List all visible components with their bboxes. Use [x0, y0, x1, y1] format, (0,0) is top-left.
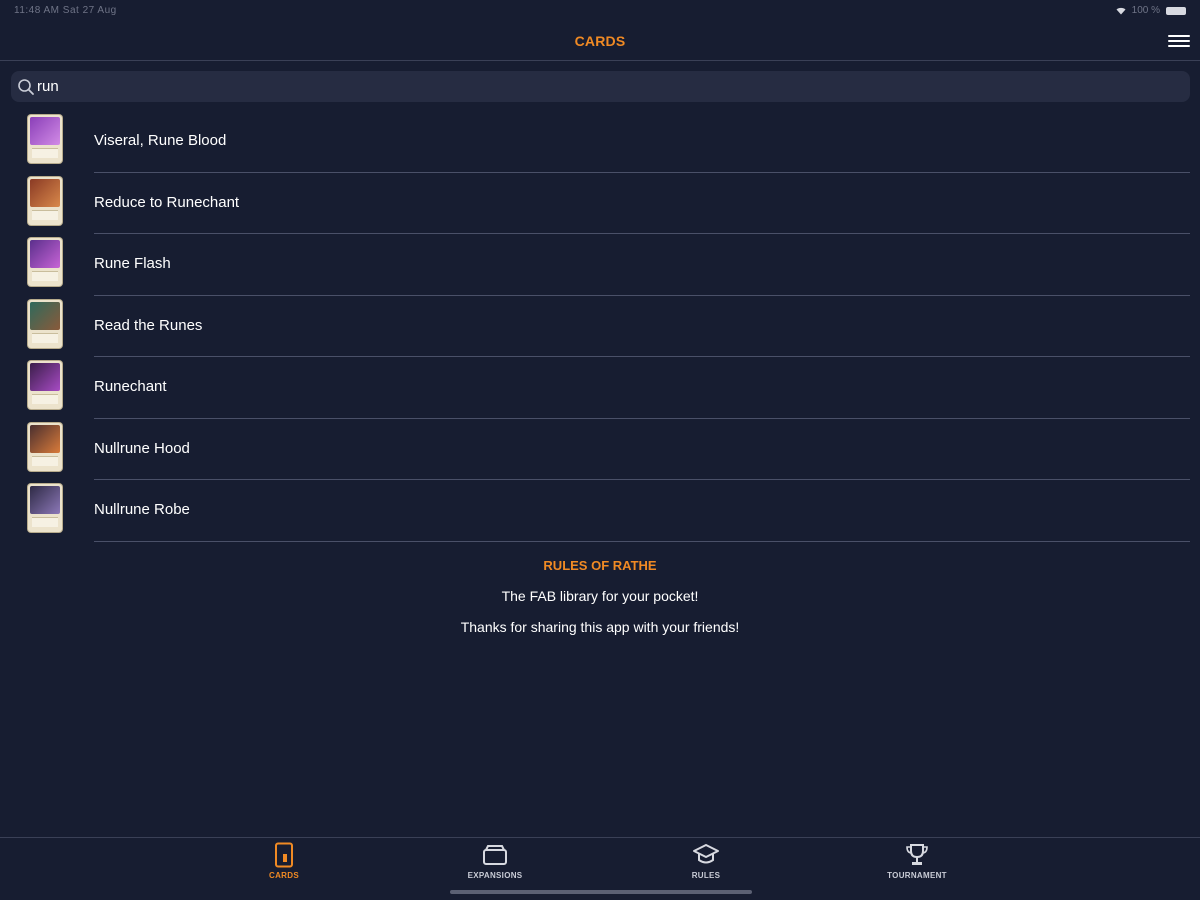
card-list-item[interactable]: Read the Runes	[0, 296, 1200, 357]
app-tagline: The FAB library for your pocket!	[501, 588, 699, 604]
card-art	[30, 424, 60, 453]
page-title: CARDS	[574, 33, 626, 49]
share-message: Thanks for sharing this app with your fr…	[460, 619, 740, 635]
card-list: Viseral, Rune Blood Reduce to Runechant Ru…	[0, 111, 1200, 542]
menu-icon-bar	[1168, 45, 1190, 47]
tab-label: EXPANSIONS	[467, 871, 523, 880]
card-name: Nullrune Robe	[94, 501, 190, 518]
search-bar[interactable]	[11, 71, 1190, 102]
app-name: RULES OF RATHE	[543, 558, 657, 573]
app-info: RULES OF RATHE The FAB library for your …	[0, 558, 1200, 635]
card-thumbnail	[28, 238, 62, 286]
card-thumbnail	[28, 299, 62, 348]
card-textbox	[32, 209, 58, 220]
tab-bar: CARDS EXPANSIONS RULES TOURNAMENT	[0, 837, 1200, 900]
card-art	[30, 486, 60, 514]
card-textbox	[32, 455, 58, 466]
card-art	[30, 178, 60, 207]
status-indicators: 100 %	[1116, 5, 1186, 16]
card-art	[30, 363, 60, 391]
tab-label: TOURNAMENT	[887, 871, 947, 880]
battery-icon	[1166, 6, 1186, 15]
card-art	[30, 240, 60, 268]
card-textbox	[32, 517, 58, 527]
box-icon	[483, 845, 507, 865]
trophy-icon	[906, 844, 928, 865]
status-time: 11:48 AM Sat 27 Aug	[14, 5, 117, 16]
card-thumbnail	[28, 361, 62, 409]
menu-icon-bar	[1168, 35, 1190, 37]
card-art	[30, 117, 60, 145]
card-icon	[275, 842, 293, 868]
card-list-item[interactable]: Rune Flash	[0, 234, 1200, 296]
card-textbox	[32, 148, 58, 158]
status-bar: 11:48 AM Sat 27 Aug 100 %	[0, 0, 1200, 22]
home-indicator[interactable]	[450, 890, 752, 894]
card-thumbnail	[28, 176, 62, 225]
card-list-item[interactable]: Viseral, Rune Blood	[0, 111, 1200, 173]
menu-icon-bar	[1168, 40, 1190, 42]
row-divider	[94, 540, 1190, 542]
battery-percent: 100 %	[1131, 5, 1160, 16]
card-list-item[interactable]: Reduce to Runechant	[0, 173, 1200, 234]
card-thumbnail	[28, 484, 62, 532]
graduation-cap-icon	[693, 844, 719, 864]
tab-rules[interactable]: RULES	[661, 842, 751, 880]
card-thumbnail	[28, 115, 62, 163]
card-list-item[interactable]: Nullrune Hood	[0, 419, 1200, 480]
card-name: Viseral, Rune Blood	[94, 132, 227, 149]
card-name: Read the Runes	[94, 316, 203, 334]
navigation-bar: CARDS	[0, 22, 1200, 61]
search-icon	[18, 78, 34, 95]
wifi-icon	[1116, 7, 1126, 14]
menu-button[interactable]	[1168, 32, 1190, 50]
app-window: 11:48 AM Sat 27 Aug 100 % CARDS Viseral,…	[0, 0, 1200, 900]
card-textbox	[32, 271, 58, 281]
card-thumbnail	[28, 422, 62, 471]
card-name: Runechant	[94, 378, 167, 395]
card-list-item[interactable]: Nullrune Robe	[0, 480, 1200, 542]
card-name: Nullrune Hood	[94, 439, 190, 457]
card-textbox	[32, 332, 58, 343]
card-textbox	[32, 394, 58, 404]
tab-tournament[interactable]: TOURNAMENT	[872, 842, 962, 880]
tab-label: CARDS	[269, 871, 299, 880]
search-input[interactable]	[37, 78, 1137, 95]
tab-label: RULES	[691, 871, 721, 880]
tab-expansions[interactable]: EXPANSIONS	[450, 842, 540, 880]
card-list-item[interactable]: Runechant	[0, 357, 1200, 419]
card-name: Rune Flash	[94, 255, 171, 272]
card-name: Reduce to Runechant	[94, 193, 240, 211]
card-art	[30, 301, 60, 330]
tab-cards[interactable]: CARDS	[239, 842, 329, 880]
